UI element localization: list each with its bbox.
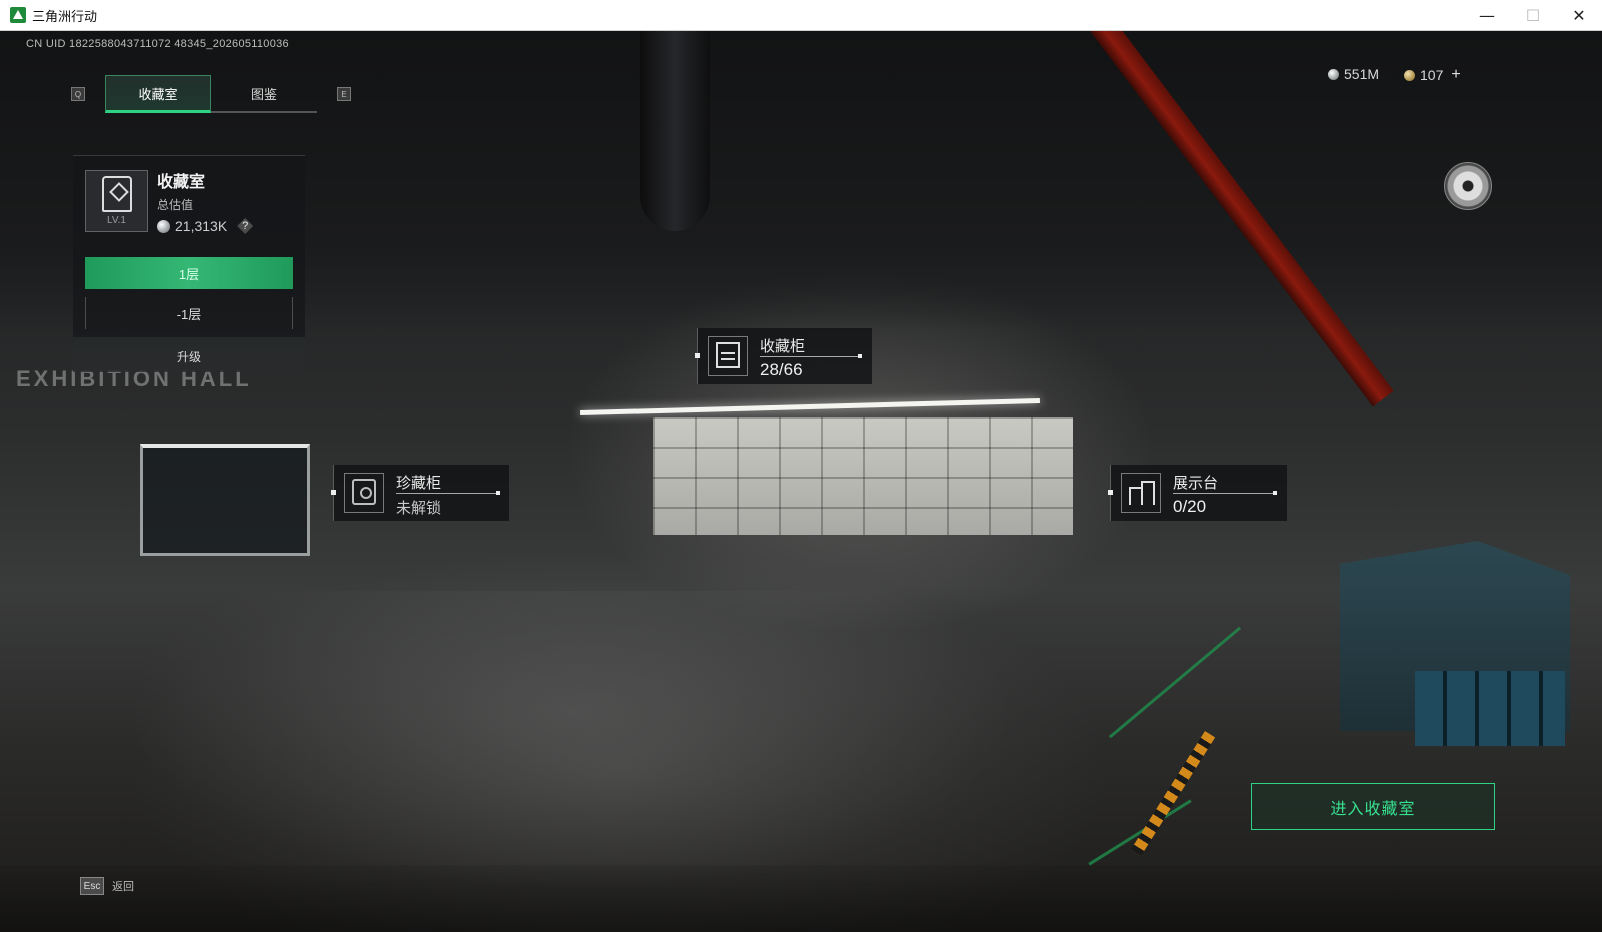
glass-display-case [140, 444, 310, 556]
room-info-panel: LV.1 收藏室 总估值 21,313K ? [73, 155, 305, 245]
display-stand-icon [1129, 479, 1155, 505]
marker-title: 珍藏柜 [396, 475, 442, 492]
player-uid: CN UID 1822588043711072 48345_2026051100… [26, 38, 289, 50]
floor-selector: 1层 -1层 [73, 245, 305, 337]
estimated-value-amount: 21,313K [175, 218, 228, 234]
marker-treasure-cabinet[interactable]: 珍藏柜 未解锁 [331, 465, 509, 521]
safe-icon [352, 479, 376, 505]
marker-divider [760, 354, 862, 358]
silver-currency: 551M [1328, 66, 1379, 82]
add-currency-icon[interactable]: + [1451, 66, 1460, 84]
silver-amount: 551M [1344, 66, 1380, 82]
gold-coin-icon [1404, 69, 1415, 81]
marker-value: 0/20 [1173, 497, 1207, 516]
storage-lockers [1415, 671, 1565, 746]
floor-1-button[interactable]: 1层 [85, 257, 293, 289]
gold-amount: 107 [1420, 67, 1444, 83]
back-label: 返回 [112, 881, 134, 893]
bottom-shade [0, 865, 1602, 932]
enter-collection-room-button[interactable]: 进入收藏室 [1251, 783, 1495, 830]
marker-value: 未解锁 [396, 500, 442, 517]
room-level: LV.1 [107, 215, 126, 226]
upgrade-button[interactable]: 升级 [73, 340, 305, 372]
gold-currency[interactable]: 107 + [1404, 66, 1461, 84]
tab-collection-room[interactable]: 收藏室 [105, 75, 211, 113]
minimize-button[interactable]: — [1464, 0, 1510, 31]
marker-divider [1173, 491, 1277, 495]
room-name: 收藏室 [157, 174, 206, 191]
marker-display-stand[interactable]: 展示台 0/20 [1108, 465, 1287, 521]
estimated-value-label: 总估值 [157, 198, 194, 212]
ceiling-light-strip [580, 397, 1040, 416]
app-logo-icon [10, 7, 26, 23]
tab-key-hint-q: Q [71, 87, 85, 101]
window-controls: — ☐ ✕ [1464, 0, 1602, 31]
collection-room-icon [101, 176, 132, 212]
marker-anchor [331, 490, 336, 495]
tab-key-hint-e: E [337, 87, 351, 101]
marker-anchor [695, 353, 700, 358]
help-icon[interactable]: ? [237, 218, 254, 234]
marker-title: 展示台 [1173, 475, 1219, 492]
tab-catalog[interactable]: 图鉴 [211, 75, 317, 113]
floor-reflection [120, 591, 1020, 891]
collection-cabinet-wall [653, 417, 1073, 535]
silver-coin-icon [1328, 68, 1339, 80]
music-disc-button[interactable] [1444, 162, 1492, 210]
hazard-stripe [1130, 731, 1216, 857]
window-titlebar: 三角洲行动 — ☐ ✕ [0, 0, 1602, 31]
esc-key-hint: Esc [80, 877, 104, 895]
marker-divider [396, 491, 500, 495]
marker-collection-cabinet[interactable]: 收藏柜 28/66 [695, 328, 872, 384]
top-tabs: Q 收藏室 图鉴 E [71, 75, 351, 113]
back-control[interactable]: Esc 返回 [80, 877, 134, 895]
close-button[interactable]: ✕ [1556, 0, 1602, 31]
maximize-button[interactable]: ☐ [1510, 0, 1556, 31]
estimated-value: 21,313K ? [157, 218, 254, 234]
window-title: 三角洲行动 [32, 8, 98, 24]
floor-b1-button[interactable]: -1层 [85, 297, 293, 329]
room-icon-box: LV.1 [85, 170, 148, 232]
marker-title: 收藏柜 [760, 338, 806, 355]
marker-anchor [1108, 490, 1113, 495]
floor-guide-line [1108, 626, 1242, 739]
silver-coin-icon [157, 219, 170, 233]
cabinet-icon [716, 342, 740, 368]
ceiling-duct [640, 31, 710, 231]
marker-value: 28/66 [760, 360, 803, 379]
